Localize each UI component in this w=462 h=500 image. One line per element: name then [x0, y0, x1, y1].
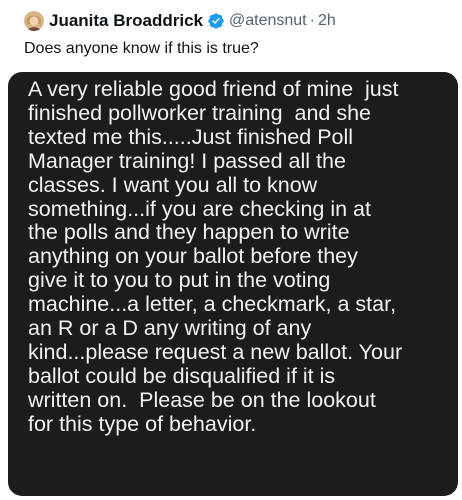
tweet-media-image[interactable]: A very reliable good friend of mine just…: [8, 72, 458, 496]
author-handle[interactable]: @atensnut: [229, 12, 307, 30]
tweet[interactable]: Juanita Broaddrick @atensnut · 2h Does a…: [0, 0, 462, 500]
tweet-timestamp[interactable]: 2h: [318, 12, 336, 30]
verified-badge-icon: [207, 12, 225, 30]
tweet-text: Does anyone know if this is true?: [24, 40, 259, 57]
avatar[interactable]: [24, 11, 44, 31]
tweet-header: Juanita Broaddrick @atensnut · 2h: [24, 4, 336, 38]
screenshot-message-text: A very reliable good friend of mine just…: [28, 77, 403, 436]
separator-dot: ·: [309, 12, 315, 29]
author-display-name[interactable]: Juanita Broaddrick: [49, 11, 203, 31]
